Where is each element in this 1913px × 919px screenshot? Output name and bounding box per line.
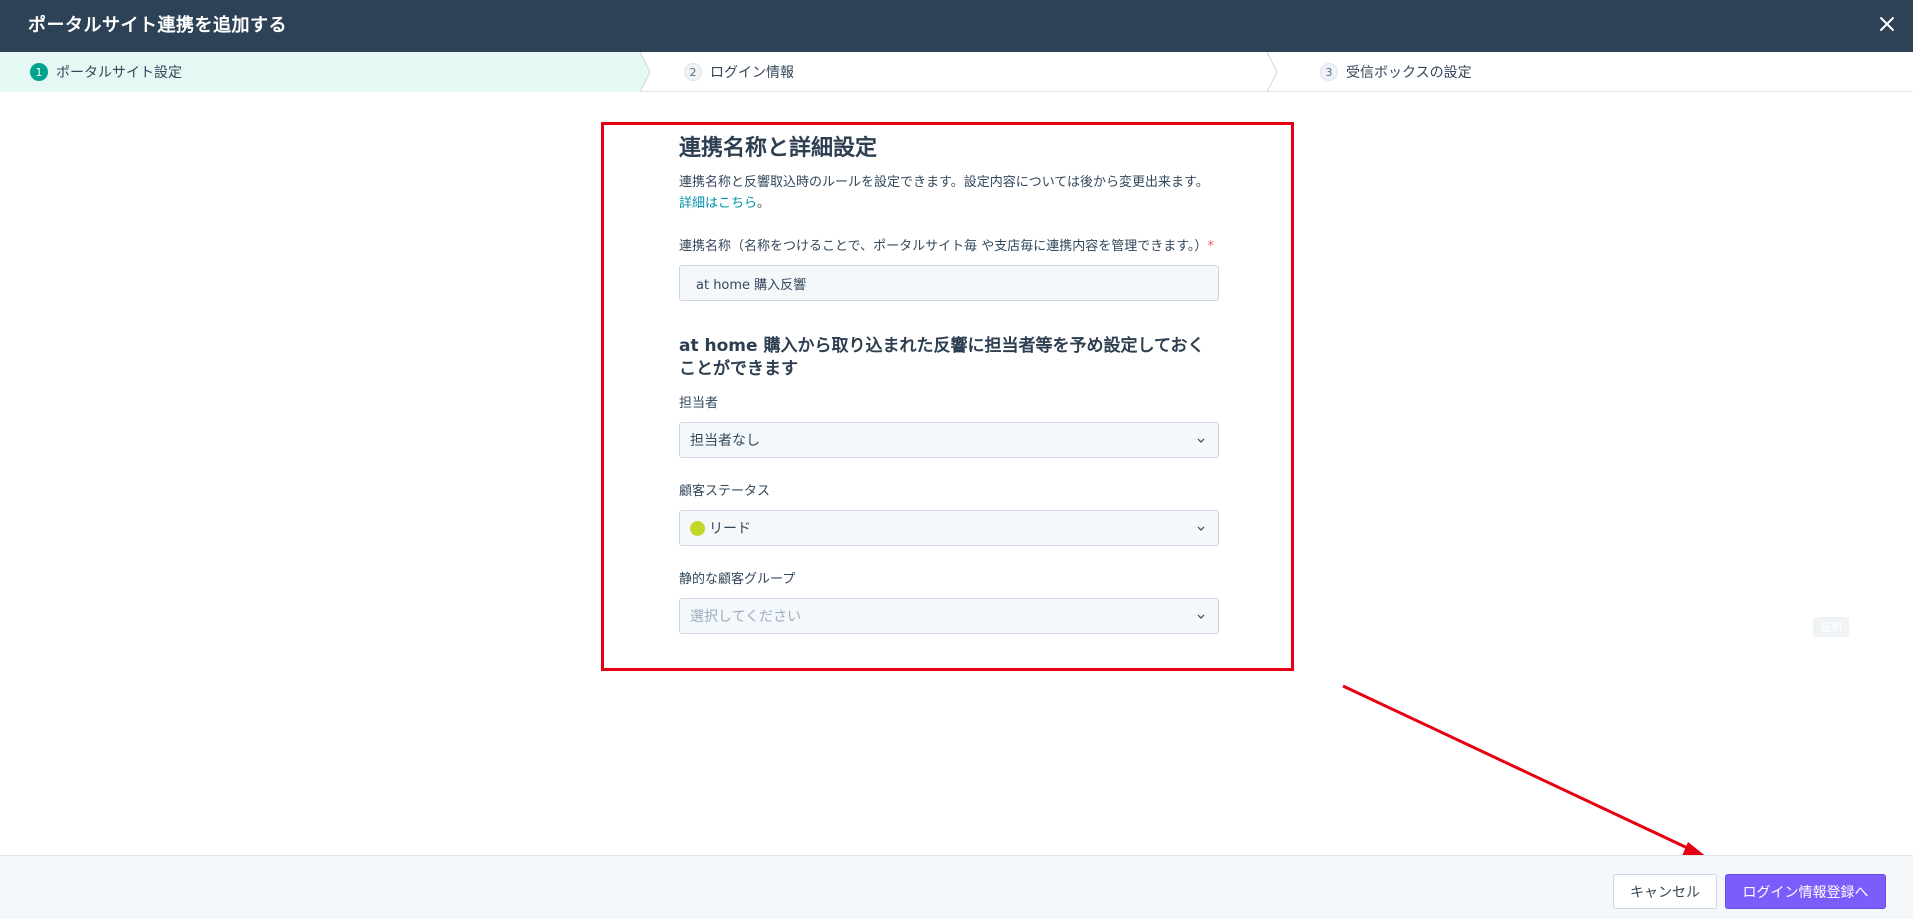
step-label-1: ポータルサイト設定 (56, 65, 182, 81)
step-number-2: 2 (684, 63, 702, 81)
owner-label: 担当者 (679, 396, 719, 411)
chevron-down-icon (1197, 614, 1205, 619)
chevron-right-icon (1266, 52, 1278, 92)
modal-title: ポータルサイト連携を追加する (28, 15, 287, 36)
required-mark: * (1207, 239, 1214, 254)
status-color-dot-icon (690, 520, 705, 536)
step-progress-bar: 1 ポータルサイト設定 2 ログイン情報 3 受信ボックスの設定 (0, 52, 1913, 92)
form-description: 連携名称と反響取込時のルールを設定できます。設定内容については後から変更出来ます… (679, 172, 1219, 214)
step-label-2: ログイン情報 (710, 65, 794, 81)
description-text: 連携名称と反響取込時のルールを設定できます。設定内容については後から変更出来ます… (679, 175, 1209, 190)
modal-footer: キャンセル ログイン情報登録へ (0, 855, 1913, 919)
assignment-subheading: at home 購入から取り込まれた反響に担当者等を予め設定しておくことができま… (679, 336, 1205, 379)
integration-settings-form: 連携名称と詳細設定 連携名称と反響取込時のルールを設定できます。設定内容について… (679, 130, 1219, 634)
step-number-3: 3 (1320, 63, 1338, 81)
next-login-info-button[interactable]: ログイン情報登録へ (1725, 874, 1886, 909)
close-icon[interactable] (1875, 12, 1899, 36)
status-selected-value: リード (709, 521, 751, 537)
ghost-badge: 証明 (1813, 617, 1849, 637)
description-suffix: 。 (757, 196, 771, 211)
group-placeholder: 選択してください (690, 609, 802, 625)
step-inbox-settings[interactable]: 3 受信ボックスの設定 (1296, 52, 1896, 92)
name-label-text: 連携名称（名称をつけることで、ポータルサイト毎 や支店毎に連携内容を管理できます… (679, 239, 1208, 254)
owner-selected-value: 担当者なし (690, 433, 760, 449)
step-portal-settings[interactable]: 1 ポータルサイト設定 (0, 52, 640, 92)
step-label-3: 受信ボックスの設定 (1346, 65, 1472, 81)
customer-group-select[interactable]: 選択してください (679, 598, 1219, 634)
step-number-1: 1 (30, 63, 48, 81)
form-title: 連携名称と詳細設定 (679, 136, 878, 161)
cancel-button[interactable]: キャンセル (1613, 874, 1717, 909)
status-label: 顧客ステータス (679, 484, 771, 499)
chevron-down-icon (1197, 438, 1205, 443)
owner-select[interactable]: 担当者なし (679, 422, 1219, 458)
customer-status-select[interactable]: リード (679, 510, 1219, 546)
details-link[interactable]: 詳細はこちら (679, 196, 757, 211)
chevron-right-icon (630, 52, 651, 92)
modal-header: ポータルサイト連携を追加する (0, 0, 1913, 52)
name-field-label: 連携名称（名称をつけることで、ポータルサイト毎 や支店毎に連携内容を管理できます… (679, 236, 1219, 257)
group-label: 静的な顧客グループ (679, 572, 796, 587)
integration-name-input[interactable]: at home 購入反響 (679, 265, 1219, 301)
step-login-info[interactable]: 2 ログイン情報 (660, 52, 1260, 92)
chevron-down-icon (1197, 526, 1205, 531)
